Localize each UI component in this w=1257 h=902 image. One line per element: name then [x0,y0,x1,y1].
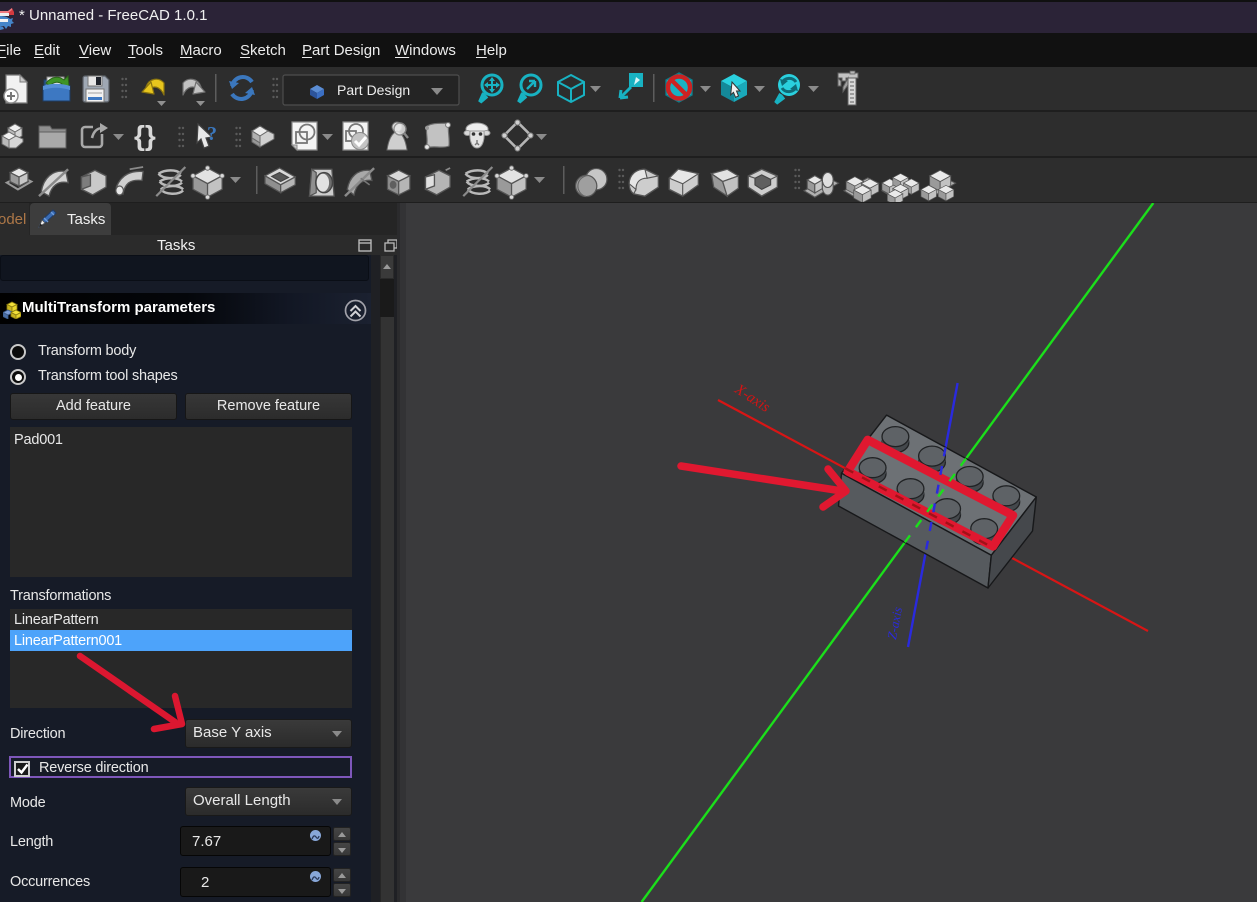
svg-text:{}: {} [134,120,156,151]
svg-text:?: ? [207,123,217,145]
svg-text:Part Design: Part Design [337,82,410,98]
